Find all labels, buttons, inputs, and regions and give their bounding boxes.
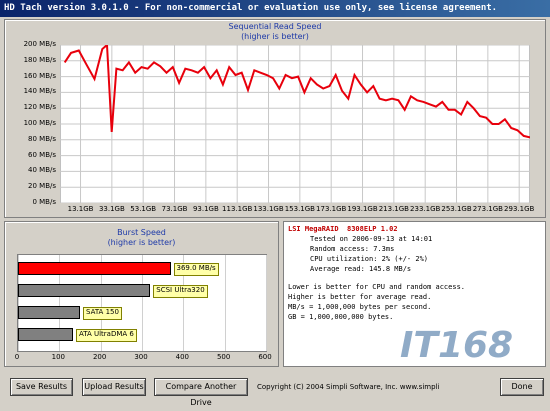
drive-name: LSI MegaRAID 8308ELP 1.02 — [288, 225, 398, 233]
y-tick-label: 0 MB/s — [32, 198, 56, 206]
info-line-random-access: Random access: 7.3ms — [310, 245, 395, 253]
y-tick-label: 80 MB/s — [28, 134, 56, 143]
burst-gridline — [224, 255, 226, 351]
burst-x-tick-label: 500 — [216, 353, 231, 361]
y-tick-label: 60 MB/s — [28, 150, 56, 159]
burst-bar — [18, 262, 171, 275]
burst-bar-label: ATA UltraDMA 6 — [75, 329, 137, 342]
y-tick-label: 200 MB/s — [23, 40, 56, 48]
done-button[interactable]: Done — [500, 378, 544, 396]
y-tick-label: 120 MB/s — [23, 103, 56, 112]
info-line-average-read: Average read: 145.8 MB/s — [310, 265, 412, 273]
sequential-read-panel: Sequential Read Speed (higher is better)… — [4, 19, 546, 218]
burst-chart-subtitle: (higher is better) — [107, 238, 176, 247]
burst-bar-label: 369.0 MB/s — [173, 263, 219, 276]
sequential-read-chart — [60, 45, 530, 203]
info-line-tested: Tested on 2006-09-13 at 14:01 — [310, 235, 433, 243]
info-line-cpu: CPU utilization: 2% (+/- 2%) — [310, 255, 429, 263]
info-note-gb: GB = 1,000,000,000 bytes. — [288, 313, 394, 321]
burst-x-tick-label: 0 — [14, 353, 20, 361]
burst-bar — [18, 284, 151, 297]
upload-results-button[interactable]: Upload Results — [82, 378, 146, 396]
sequential-chart-subtitle: (higher is better) — [241, 32, 309, 41]
burst-bar — [18, 306, 80, 319]
burst-bar-label: SATA 150 — [83, 307, 122, 320]
sequential-chart-title: Sequential Read Speed — [228, 22, 322, 31]
burst-x-tick-label: 100 — [51, 353, 66, 361]
burst-x-tick-label: 200 — [92, 353, 107, 361]
y-tick-label: 100 MB/s — [23, 119, 56, 127]
burst-speed-panel: Burst Speed (higher is better) 369.0 MB/… — [4, 221, 279, 367]
save-results-button[interactable]: Save Results — [10, 378, 73, 396]
y-tick-label: 40 MB/s — [28, 166, 56, 175]
burst-plot-area: 369.0 MB/s SCSI Ultra320 SATA 150 ATA Ultra… — [17, 254, 267, 352]
burst-x-tick-label: 600 — [258, 353, 272, 361]
y-tick-label: 20 MB/s — [28, 182, 56, 191]
burst-x-tick-label: 400 — [175, 353, 190, 361]
burst-bar-label: SCSI Ultra320 — [153, 285, 208, 298]
compare-another-drive-button[interactable]: Compare Another Drive — [154, 378, 248, 407]
it168-watermark-logo: IT168 — [400, 325, 514, 366]
burst-chart-title: Burst Speed — [117, 228, 166, 237]
burst-bar — [18, 328, 73, 341]
y-tick-label: 180 MB/s — [23, 55, 56, 64]
info-note-mbs: MB/s = 1,000,000 bytes per second. — [288, 303, 432, 311]
y-tick-label: 160 MB/s — [23, 71, 56, 80]
info-note-higher: Higher is better for average read. — [288, 293, 432, 301]
info-note-lower: Lower is better for CPU and random acces… — [288, 283, 466, 291]
burst-gridline — [266, 255, 267, 351]
y-tick-label: 140 MB/s — [23, 87, 56, 96]
copyright-text: Copyright (C) 2004 Simpli Software, Inc.… — [257, 383, 440, 391]
window-title-bar: HD Tach version 3.0.1.0 - For non-commer… — [0, 0, 550, 17]
burst-x-tick-label: 300 — [134, 353, 148, 361]
x-tick-label: 293.1GB — [504, 205, 535, 213]
